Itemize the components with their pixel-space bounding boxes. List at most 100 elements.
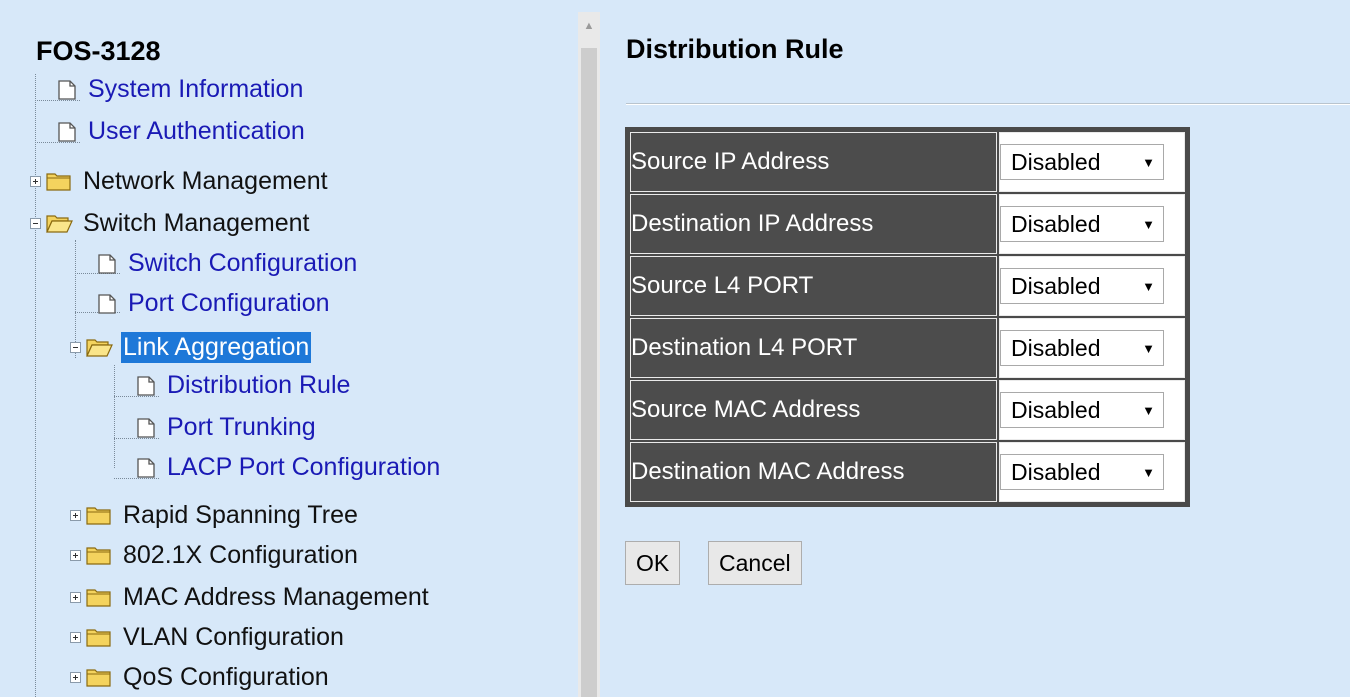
- scroll-up-icon[interactable]: ▲: [578, 12, 600, 40]
- folder-closed-icon: [86, 547, 111, 565]
- table-row: Source L4 PORT Disabled ▼: [630, 256, 1185, 316]
- device-title: FOS-3128: [36, 36, 161, 66]
- dropdown-arrow-icon: ▼: [1142, 216, 1155, 232]
- expand-icon[interactable]: [70, 591, 81, 603]
- nav-item-label[interactable]: Switch Configuration: [126, 248, 359, 279]
- collapse-icon[interactable]: [30, 217, 41, 229]
- nav-item-qos-configuration[interactable]: QoS Configuration: [70, 660, 331, 694]
- folder-closed-icon: [86, 669, 111, 687]
- nav-item-label[interactable]: Distribution Rule: [165, 370, 352, 401]
- nav-item-lacp-port-configuration[interactable]: LACP Port Configuration: [135, 450, 442, 484]
- nav-item-label[interactable]: User Authentication: [86, 116, 307, 147]
- row-label: Source MAC Address: [630, 380, 997, 440]
- nav-item-label[interactable]: System Information: [86, 74, 305, 105]
- select-value: Disabled: [1011, 334, 1101, 361]
- expand-icon[interactable]: [30, 175, 41, 187]
- table-row: Destination IP Address Disabled ▼: [630, 194, 1185, 254]
- document-icon: [137, 458, 155, 478]
- content-panel: Distribution Rule Source IP Address Disa…: [600, 0, 1350, 697]
- nav-item-label[interactable]: QoS Configuration: [121, 662, 331, 693]
- document-icon: [137, 376, 155, 396]
- tree-line: [114, 365, 115, 468]
- source-ip-select[interactable]: Disabled ▼: [1000, 144, 1164, 180]
- table-row: Destination MAC Address Disabled ▼: [630, 442, 1185, 502]
- nav-item-label[interactable]: MAC Address Management: [121, 582, 431, 613]
- nav-item-system-information[interactable]: System Information: [56, 72, 305, 106]
- destination-l4-port-select[interactable]: Disabled ▼: [1000, 330, 1164, 366]
- row-label: Source IP Address: [630, 132, 997, 192]
- expand-icon[interactable]: [70, 509, 81, 521]
- select-value: Disabled: [1011, 272, 1101, 299]
- destination-mac-select[interactable]: Disabled ▼: [1000, 454, 1164, 490]
- row-control: Disabled ▼: [999, 256, 1185, 316]
- row-control: Disabled ▼: [999, 380, 1185, 440]
- dropdown-arrow-icon: ▼: [1142, 278, 1155, 294]
- dropdown-arrow-icon: ▼: [1142, 340, 1155, 356]
- nav-item-user-authentication[interactable]: User Authentication: [56, 114, 307, 148]
- select-value: Disabled: [1011, 210, 1101, 237]
- distribution-rule-table: Source IP Address Disabled ▼ Destination …: [625, 127, 1190, 507]
- nav-item-distribution-rule[interactable]: Distribution Rule: [135, 368, 352, 402]
- row-label: Source L4 PORT: [630, 256, 997, 316]
- select-value: Disabled: [1011, 458, 1101, 485]
- ok-button[interactable]: OK: [625, 541, 681, 585]
- select-value: Disabled: [1011, 396, 1101, 423]
- nav-item-vlan-configuration[interactable]: VLAN Configuration: [70, 620, 346, 654]
- destination-ip-select[interactable]: Disabled ▼: [1000, 206, 1164, 242]
- nav-item-switch-management[interactable]: Switch Management: [30, 206, 312, 240]
- row-label: Destination IP Address: [630, 194, 997, 254]
- nav-item-label[interactable]: LACP Port Configuration: [165, 452, 442, 483]
- nav-item-rapid-spanning-tree[interactable]: Rapid Spanning Tree: [70, 498, 360, 532]
- row-control: Disabled ▼: [999, 194, 1185, 254]
- nav-item-label[interactable]: Switch Management: [81, 208, 312, 239]
- expand-icon[interactable]: [70, 631, 81, 643]
- row-control: Disabled ▼: [999, 318, 1185, 378]
- document-icon: [98, 254, 116, 274]
- row-label: Destination MAC Address: [630, 442, 997, 502]
- nav-item-network-management[interactable]: Network Management: [30, 164, 330, 198]
- table-row: Source MAC Address Disabled ▼: [630, 380, 1185, 440]
- nav-item-8021x-configuration[interactable]: 802.1X Configuration: [70, 538, 360, 572]
- table-row: Destination L4 PORT Disabled ▼: [630, 318, 1185, 378]
- collapse-icon[interactable]: [70, 341, 81, 353]
- title-divider: [626, 103, 1350, 105]
- dropdown-arrow-icon: ▼: [1142, 464, 1155, 480]
- nav-scrollbar[interactable]: ▲: [578, 12, 600, 697]
- nav-item-label[interactable]: Port Configuration: [126, 288, 332, 319]
- nav-item-port-configuration[interactable]: Port Configuration: [96, 286, 332, 320]
- nav-item-label[interactable]: Link Aggregation: [121, 331, 312, 363]
- row-control: Disabled ▼: [999, 442, 1185, 502]
- folder-closed-icon: [86, 629, 111, 647]
- folder-closed-icon: [46, 173, 71, 191]
- nav-item-label[interactable]: Port Trunking: [165, 412, 318, 443]
- expand-icon[interactable]: [70, 549, 81, 561]
- folder-closed-icon: [86, 507, 111, 525]
- page-title: Distribution Rule: [626, 34, 844, 64]
- folder-closed-icon: [86, 589, 111, 607]
- nav-item-switch-configuration[interactable]: Switch Configuration: [96, 246, 359, 280]
- document-icon: [98, 294, 116, 314]
- scrollbar-thumb[interactable]: [581, 48, 597, 697]
- source-mac-select[interactable]: Disabled ▼: [1000, 392, 1164, 428]
- document-icon: [58, 122, 76, 142]
- expand-icon[interactable]: [70, 671, 81, 683]
- table-row: Source IP Address Disabled ▼: [630, 132, 1185, 192]
- nav-tree: FOS-3128 System Information User Authent…: [10, 12, 566, 697]
- cancel-button[interactable]: Cancel: [708, 541, 802, 585]
- select-value: Disabled: [1011, 148, 1101, 175]
- document-icon: [137, 418, 155, 438]
- document-icon: [58, 80, 76, 100]
- nav-item-label[interactable]: VLAN Configuration: [121, 622, 346, 653]
- nav-item-port-trunking[interactable]: Port Trunking: [135, 410, 318, 444]
- nav-item-link-aggregation[interactable]: Link Aggregation: [70, 330, 312, 364]
- nav-item-mac-address-management[interactable]: MAC Address Management: [70, 580, 431, 614]
- row-control: Disabled ▼: [999, 132, 1185, 192]
- nav-item-label[interactable]: 802.1X Configuration: [121, 540, 360, 571]
- dropdown-arrow-icon: ▼: [1142, 402, 1155, 418]
- nav-item-label[interactable]: Network Management: [81, 166, 330, 197]
- nav-item-label[interactable]: Rapid Spanning Tree: [121, 500, 360, 531]
- row-label: Destination L4 PORT: [630, 318, 997, 378]
- source-l4-port-select[interactable]: Disabled ▼: [1000, 268, 1164, 304]
- folder-open-icon: [46, 215, 73, 233]
- dropdown-arrow-icon: ▼: [1142, 154, 1155, 170]
